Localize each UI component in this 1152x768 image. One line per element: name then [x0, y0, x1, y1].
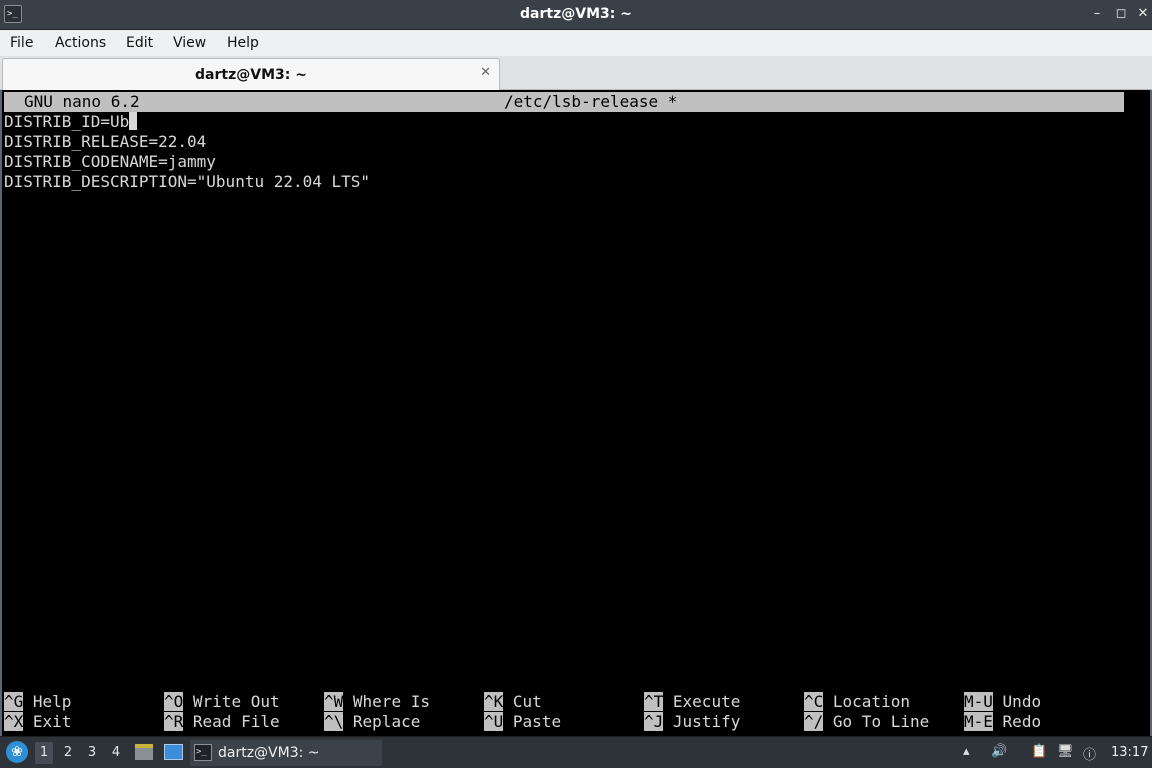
shortcut-exit: ^X Exit — [4, 712, 71, 732]
shortcut-label: Go To Line — [832, 712, 930, 731]
menu-view[interactable]: View — [173, 35, 206, 51]
workspace-2[interactable]: 2 — [59, 745, 77, 760]
shortcut-label: Redo — [1002, 712, 1042, 731]
close-button[interactable]: ✕ — [1134, 5, 1152, 23]
shortcut-paste: ^U Paste — [484, 712, 561, 732]
start-menu-icon[interactable]: ❀ — [6, 741, 28, 763]
shortcut-label: Help — [32, 692, 72, 711]
taskbar: ❀ 1 2 3 4 >_ dartz@VM3: ~ ▴ 🔊 📋 🖥 ⓘ 13:1… — [0, 736, 1152, 768]
shortcut-label: Write Out — [192, 692, 280, 711]
shortcut-key: ^\ — [324, 712, 344, 731]
shortcut-label: Paste — [512, 712, 562, 731]
taskbar-window-label: dartz@VM3: ~ — [218, 745, 320, 761]
workspace-3[interactable]: 3 — [83, 745, 101, 760]
shortcut-redo: M-E Redo — [964, 712, 1041, 732]
shortcut-key: M-E — [964, 712, 993, 731]
shortcut-location: ^C Location — [804, 692, 910, 712]
maximize-button[interactable]: ◻ — [1112, 5, 1130, 23]
taskbar-window-button[interactable]: >_ dartz@VM3: ~ — [190, 740, 382, 766]
menu-bar: File Actions Edit View Help — [0, 30, 1152, 56]
tab-bar: dartz@VM3: ~ ✕ — [0, 56, 1152, 90]
editor-line-text: DISTRIB_ID=Ub — [4, 112, 130, 131]
shortcut-label: Location — [832, 692, 910, 711]
editor-line[interactable]: DISTRIB_RELEASE=22.04 — [4, 132, 206, 152]
update-notifier-icon[interactable]: ⓘ — [1083, 744, 1096, 763]
shortcut-label: Read File — [192, 712, 280, 731]
shortcut-label: Replace — [352, 712, 421, 731]
shortcut-key: M-U — [964, 692, 993, 711]
shortcut-go-to-line: ^/ Go To Line — [804, 712, 929, 732]
shortcut-replace: ^\ Replace — [324, 712, 420, 732]
nano-header: GNU nano 6.2 /etc/lsb-release * — [4, 92, 1124, 112]
shortcut-key: ^R — [164, 712, 184, 731]
shortcut-where-is: ^W Where Is — [324, 692, 430, 712]
shortcut-label: Justify — [672, 712, 741, 731]
shortcut-key: ^O — [164, 692, 184, 711]
editor-line[interactable]: DISTRIB_DESCRIPTION="Ubuntu 22.04 LTS" — [4, 172, 370, 192]
window-titlebar: >_ dartz@VM3: ~ – ◻ ✕ — [0, 0, 1152, 30]
shortcut-key: ^J — [644, 712, 664, 731]
shortcut-label: Undo — [1002, 692, 1042, 711]
nano-filename: /etc/lsb-release * — [504, 92, 678, 111]
show-desktop-icon[interactable] — [164, 744, 183, 760]
menu-actions[interactable]: Actions — [55, 35, 106, 51]
volume-icon[interactable]: 🔊 — [991, 744, 1007, 759]
clock[interactable]: 13:17 — [1111, 745, 1148, 760]
clipboard-icon[interactable]: 📋 — [1031, 744, 1047, 759]
shortcut-key: ^K — [484, 692, 504, 711]
shortcut-key: ^G — [4, 692, 24, 711]
shortcut-key: ^W — [324, 692, 344, 711]
shortcut-write-out: ^O Write Out — [164, 692, 280, 712]
workspace-4[interactable]: 4 — [107, 745, 125, 760]
menu-file[interactable]: File — [10, 35, 33, 51]
shortcut-justify: ^J Justify — [644, 712, 740, 732]
tab-label: dartz@VM3: ~ — [195, 67, 307, 83]
tab-terminal[interactable]: dartz@VM3: ~ ✕ — [2, 58, 500, 90]
text-cursor — [129, 112, 138, 130]
shortcut-key: ^C — [804, 692, 824, 711]
file-manager-icon[interactable] — [135, 744, 153, 760]
shortcut-label: Exit — [32, 712, 72, 731]
workspace-1[interactable]: 1 — [35, 742, 53, 764]
minimize-button[interactable]: – — [1088, 5, 1106, 23]
shortcut-key: ^T — [644, 692, 664, 711]
shortcut-label: Where Is — [352, 692, 430, 711]
shortcut-execute: ^T Execute — [644, 692, 740, 712]
window-title: dartz@VM3: ~ — [520, 6, 632, 22]
terminal-area[interactable]: GNU nano 6.2 /etc/lsb-release * DISTRIB_… — [0, 90, 1152, 736]
terminal-icon: >_ — [194, 744, 212, 761]
shortcut-help: ^G Help — [4, 692, 71, 712]
shortcut-read-file: ^R Read File — [164, 712, 280, 732]
shortcut-key: ^/ — [804, 712, 824, 731]
menu-edit[interactable]: Edit — [126, 35, 153, 51]
editor-line[interactable]: DISTRIB_CODENAME=jammy — [4, 152, 216, 172]
shortcut-label: Execute — [672, 692, 741, 711]
shortcut-undo: M-U Undo — [964, 692, 1041, 712]
shortcut-cut: ^K Cut — [484, 692, 542, 712]
shortcut-key: ^U — [484, 712, 504, 731]
network-icon[interactable]: 🖥 — [1057, 744, 1074, 759]
shortcut-key: ^X — [4, 712, 24, 731]
shortcut-label: Cut — [512, 692, 542, 711]
menu-help[interactable]: Help — [227, 35, 259, 51]
tab-close-icon[interactable]: ✕ — [480, 65, 491, 80]
nano-version: GNU nano 6.2 — [24, 92, 140, 111]
editor-line[interactable]: DISTRIB_ID=Ub — [4, 112, 138, 132]
tray-expand-icon[interactable]: ▴ — [963, 744, 970, 759]
